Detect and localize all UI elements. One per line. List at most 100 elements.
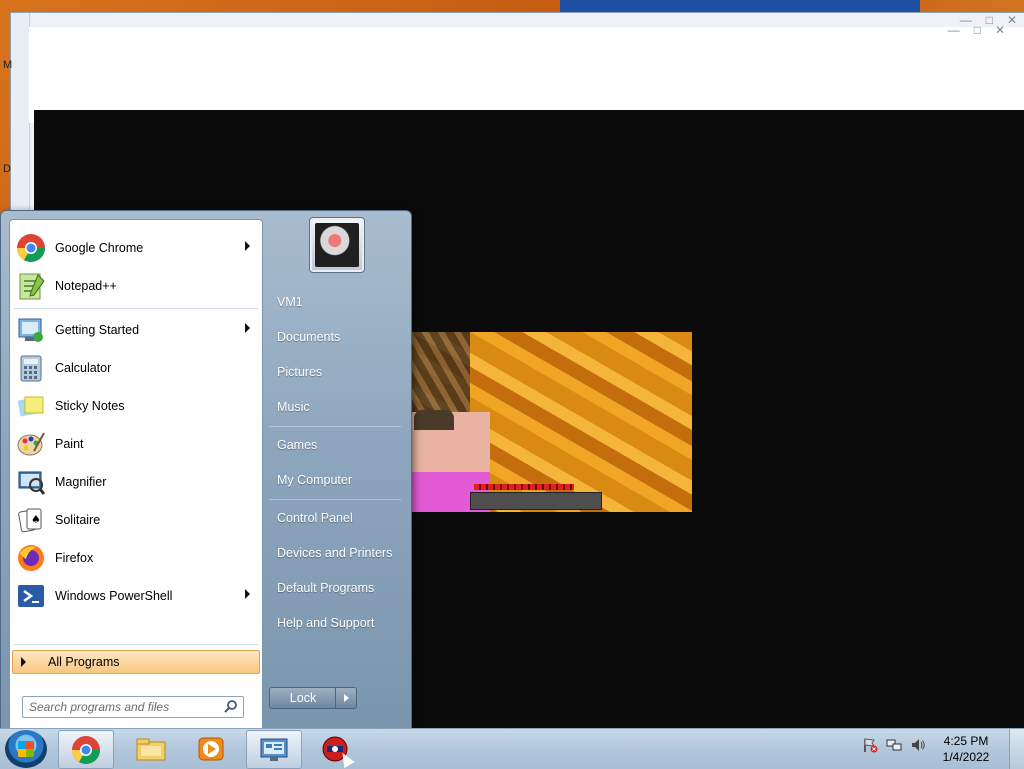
program-label: Magnifier: [55, 475, 107, 489]
taskbar-explorer[interactable]: [124, 730, 178, 767]
program-label: Sticky Notes: [55, 399, 125, 413]
program-item-getting-started[interactable]: Getting Started: [12, 312, 260, 348]
program-item-sticky-notes[interactable]: Sticky Notes: [12, 388, 260, 424]
search-input[interactable]: [23, 698, 223, 716]
avatar-image: [315, 223, 359, 267]
program-item-paint[interactable]: Paint: [12, 426, 260, 462]
start-button[interactable]: [5, 730, 47, 768]
right-item-label: Music: [277, 400, 310, 414]
show-desktop-button[interactable]: [1009, 729, 1024, 769]
start-menu-programs-pane: Google Chrome Notepad++ Getting Started …: [9, 219, 263, 731]
program-label: Calculator: [55, 361, 112, 375]
search-icon[interactable]: [223, 699, 239, 715]
clock-date: 1/4/2022: [942, 750, 990, 764]
right-item-label: Devices and Printers: [277, 546, 393, 560]
wallpaper-accent: [560, 0, 920, 12]
media-player-icon: [198, 737, 224, 760]
program-item-firefox[interactable]: Firefox: [12, 540, 260, 576]
explorer-icon: [136, 738, 166, 760]
taskbar-clock[interactable]: 4:25 PM 1/4/2022: [936, 733, 996, 765]
lock-options-button[interactable]: [335, 687, 357, 709]
notepadpp-icon: [15, 270, 47, 302]
taskbar-chrome[interactable]: [58, 730, 114, 769]
lock-button[interactable]: Lock: [269, 687, 337, 709]
right-item-label: My Computer: [277, 473, 353, 487]
close-icon[interactable]: ✕: [1007, 13, 1017, 27]
program-item-magnifier[interactable]: Magnifier: [12, 464, 260, 500]
program-label: Firefox: [55, 551, 94, 565]
chrome-icon: [72, 735, 100, 764]
program-item-google-chrome[interactable]: Google Chrome: [12, 230, 260, 266]
program-item-notepadpp[interactable]: Notepad++: [12, 268, 260, 304]
program-label: Notepad++: [55, 279, 117, 293]
right-item-default-programs[interactable]: Default Programs: [269, 574, 405, 602]
system-tray: [862, 737, 926, 753]
control-panel-icon: [260, 738, 288, 761]
action-center-flag-icon[interactable]: [862, 737, 878, 753]
right-item-pictures[interactable]: Pictures: [269, 358, 405, 386]
right-item-label: Pictures: [277, 365, 323, 379]
video-person-hair: [414, 410, 454, 430]
program-label: Solitaire: [55, 513, 101, 527]
program-label: Windows PowerShell: [55, 589, 173, 603]
right-item-control-panel[interactable]: Control Panel: [269, 504, 405, 532]
svg-text:♠: ♠: [31, 513, 41, 526]
right-item-vm1[interactable]: VM1: [269, 288, 405, 316]
chrome-icon: [15, 232, 47, 264]
submenu-arrow-icon[interactable]: [245, 589, 250, 599]
all-programs-separator: [14, 644, 258, 645]
video-thumbnail[interactable]: [410, 332, 692, 512]
sticky-notes-icon: [15, 390, 47, 422]
clock-time: 4:25 PM: [943, 734, 989, 748]
right-separator: [269, 499, 401, 500]
video-shadow: [410, 332, 470, 412]
right-item-label: Control Panel: [277, 511, 353, 525]
network-icon[interactable]: [886, 737, 902, 753]
right-item-devices-and-printers[interactable]: Devices and Printers: [269, 539, 405, 567]
inner-window-caption-buttons[interactable]: — □ ✕: [948, 23, 1005, 37]
desktop-label: M: [3, 59, 13, 71]
volume-icon[interactable]: [910, 737, 926, 753]
right-item-label: Documents: [277, 330, 341, 344]
right-item-help-and-support[interactable]: Help and Support: [269, 609, 405, 637]
right-item-label: Default Programs: [277, 581, 375, 595]
program-item-calculator[interactable]: Calculator: [12, 350, 260, 386]
desktop-label: D: [3, 163, 11, 175]
magnifier-icon: [15, 466, 47, 498]
right-separator: [269, 426, 401, 427]
triangle-right-icon: [21, 657, 26, 667]
pinned-separator: [14, 308, 258, 309]
all-programs-label: All Programs: [48, 655, 120, 669]
submenu-arrow-icon[interactable]: [245, 241, 250, 251]
program-item-windows-powershell[interactable]: Windows PowerShell: [12, 578, 260, 614]
start-menu: Google Chrome Notepad++ Getting Started …: [0, 210, 412, 731]
game-hotbar: [470, 492, 602, 510]
all-programs-button[interactable]: All Programs: [12, 650, 260, 674]
search-programs-field[interactable]: [22, 696, 244, 718]
program-label: Google Chrome: [55, 241, 144, 255]
user-avatar[interactable]: [309, 217, 365, 273]
right-item-games[interactable]: Games: [269, 431, 405, 459]
solitaire-icon: ♠: [15, 504, 47, 536]
powershell-icon: [15, 580, 47, 612]
taskbar: 4:25 PM 1/4/2022: [0, 728, 1024, 769]
program-item-solitaire[interactable]: ♠ Solitaire: [12, 502, 260, 538]
right-item-documents[interactable]: Documents: [269, 323, 405, 351]
right-item-music[interactable]: Music: [269, 393, 405, 421]
right-item-label: Help and Support: [277, 616, 375, 630]
taskbar-control-panel[interactable]: [246, 730, 302, 769]
program-label: Paint: [55, 437, 84, 451]
submenu-arrow-icon[interactable]: [245, 323, 250, 333]
right-item-my-computer[interactable]: My Computer: [269, 466, 405, 494]
program-label: Getting Started: [55, 323, 140, 337]
taskbar-media-player[interactable]: [184, 730, 238, 767]
close-icon[interactable]: ✕: [995, 23, 1005, 37]
windows-logo-icon: [18, 741, 34, 757]
calculator-icon: [15, 352, 47, 384]
firefox-icon: [15, 542, 47, 574]
window-content-top: [29, 27, 1024, 123]
getting-started-icon: [15, 314, 47, 346]
minimize-icon[interactable]: —: [948, 23, 960, 37]
maximize-icon[interactable]: □: [974, 23, 981, 37]
right-item-label: Games: [277, 438, 318, 452]
